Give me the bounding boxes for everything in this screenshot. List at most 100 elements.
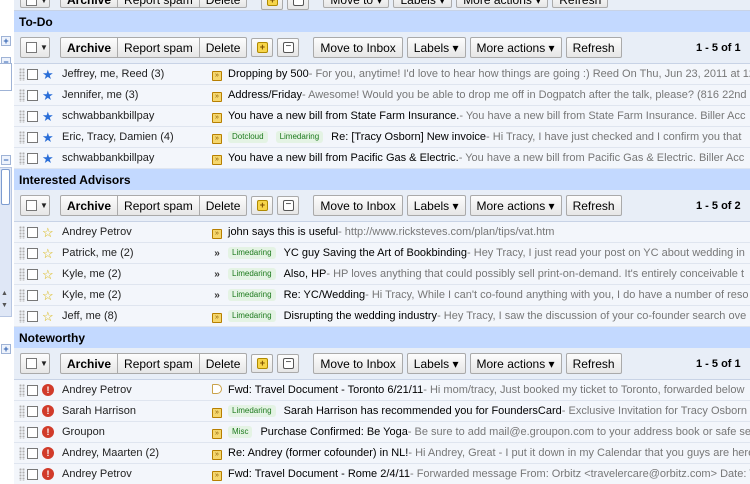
- importance-marker[interactable]: »: [210, 68, 224, 81]
- move-to-button[interactable]: Move to ▾: [323, 0, 390, 8]
- list-item[interactable]: ☆ Patrick, me (2) » Limedaring YC guy Sav…: [14, 243, 750, 264]
- report-spam-button[interactable]: Report spam: [118, 353, 200, 374]
- star-icon[interactable]: ★: [42, 131, 55, 144]
- importance-marker[interactable]: »: [210, 405, 224, 418]
- message-line[interactable]: Limedaring YC guy Saving the Art of Bookb…: [228, 247, 745, 259]
- drag-handle-icon[interactable]: [19, 109, 25, 123]
- star-icon[interactable]: ★: [42, 152, 55, 165]
- importance-marker[interactable]: »: [210, 131, 224, 144]
- list-item[interactable]: ! Groupon » Misc Purchase Confirmed: Be Y…: [14, 422, 750, 443]
- labels-button[interactable]: Labels ▾: [406, 353, 466, 374]
- select-dropdown[interactable]: ▼: [20, 353, 50, 374]
- delete-button[interactable]: Delete: [199, 353, 248, 374]
- row-checkbox[interactable]: [27, 131, 38, 143]
- list-item[interactable]: ☆ Andrey Petrov » john says this is usef…: [14, 222, 750, 243]
- list-item[interactable]: ★ schwabbankbillpay » You have a new bil…: [14, 106, 750, 127]
- message-line[interactable]: Fwd: Travel Document - Rome 2/4/11 - For…: [228, 468, 750, 480]
- important-icon[interactable]: !: [42, 426, 54, 438]
- archive-button[interactable]: Archive: [60, 195, 119, 216]
- gutter-scrollbar[interactable]: ▲ ▼: [0, 167, 12, 317]
- importance-marker[interactable]: »: [210, 289, 224, 301]
- drag-handle-icon[interactable]: [19, 130, 25, 144]
- more-actions-button[interactable]: More actions ▾: [456, 0, 549, 8]
- label-chip[interactable]: Misc: [228, 426, 253, 438]
- expand-icon[interactable]: +: [1, 344, 11, 354]
- mark-important-button[interactable]: +: [261, 0, 284, 10]
- labels-button[interactable]: Labels ▾: [406, 37, 466, 58]
- move-to-inbox-button[interactable]: Move to Inbox: [313, 353, 403, 374]
- report-spam-button[interactable]: Report spam: [118, 37, 200, 58]
- row-checkbox[interactable]: [27, 268, 38, 280]
- importance-marker[interactable]: »: [210, 310, 224, 323]
- message-line[interactable]: Limedaring Sarah Harrison has recommended…: [228, 405, 747, 417]
- list-item[interactable]: ☆ Kyle, me (2) » Limedaring Re: YC/Weddin…: [14, 285, 750, 306]
- important-icon[interactable]: !: [42, 468, 54, 480]
- row-checkbox[interactable]: [27, 384, 38, 396]
- message-line[interactable]: Limedaring Disrupting the wedding industr…: [228, 310, 746, 322]
- drag-handle-icon[interactable]: [19, 309, 25, 323]
- select-checkbox[interactable]: [26, 358, 37, 369]
- drag-handle-icon[interactable]: [19, 267, 25, 281]
- scroll-up-arrow-icon[interactable]: ▲: [1, 290, 8, 298]
- select-dropdown[interactable]: ▼: [20, 0, 50, 8]
- drag-handle-icon[interactable]: [19, 88, 25, 102]
- message-line[interactable]: You have a new bill from State Farm Insu…: [228, 110, 745, 122]
- row-checkbox[interactable]: [27, 68, 38, 80]
- row-checkbox[interactable]: [27, 310, 38, 322]
- select-checkbox[interactable]: [26, 42, 37, 53]
- labels-button[interactable]: Labels ▾: [406, 195, 466, 216]
- row-checkbox[interactable]: [27, 152, 38, 164]
- star-icon[interactable]: ★: [42, 68, 55, 81]
- drag-handle-icon[interactable]: [19, 246, 25, 260]
- message-line[interactable]: Fwd: Travel Document - Toronto 6/21/11 -…: [228, 384, 744, 396]
- importance-marker[interactable]: »: [210, 468, 224, 481]
- more-actions-button[interactable]: More actions ▾: [469, 37, 562, 58]
- list-item[interactable]: ! Sarah Harrison » Limedaring Sarah Harri…: [14, 401, 750, 422]
- refresh-button[interactable]: Refresh: [565, 37, 622, 58]
- importance-marker[interactable]: »: [210, 247, 224, 259]
- list-item[interactable]: ☆ Kyle, me (2) » Limedaring Also, HP - HP…: [14, 264, 750, 285]
- important-icon[interactable]: !: [42, 384, 54, 396]
- mark-important-button[interactable]: +: [251, 38, 274, 57]
- important-icon[interactable]: !: [42, 447, 54, 459]
- row-checkbox[interactable]: [27, 468, 38, 480]
- more-actions-button[interactable]: More actions ▾: [469, 195, 562, 216]
- refresh-button[interactable]: Refresh: [565, 353, 622, 374]
- message-line[interactable]: Re: Andrey (former cofounder) in NL! - H…: [228, 447, 750, 459]
- labels-button[interactable]: Labels ▾: [393, 0, 453, 8]
- archive-button[interactable]: Archive: [60, 0, 119, 8]
- drag-handle-icon[interactable]: [19, 425, 25, 439]
- collapse-icon[interactable]: −: [1, 155, 11, 165]
- select-checkbox[interactable]: [26, 200, 37, 211]
- report-spam-button[interactable]: Report spam: [118, 0, 200, 8]
- importance-marker[interactable]: »: [210, 226, 224, 239]
- select-dropdown[interactable]: ▼: [20, 195, 50, 216]
- label-chip[interactable]: Limedaring: [228, 405, 276, 417]
- more-actions-button[interactable]: More actions ▾: [469, 353, 562, 374]
- scrollbar-thumb[interactable]: [1, 169, 10, 205]
- drag-handle-icon[interactable]: [19, 467, 25, 481]
- mark-unimportant-button[interactable]: −: [277, 354, 300, 373]
- star-icon[interactable]: ★: [42, 89, 55, 102]
- row-checkbox[interactable]: [27, 426, 38, 438]
- star-icon[interactable]: ★: [42, 110, 55, 123]
- refresh-button[interactable]: Refresh: [565, 195, 622, 216]
- mark-important-button[interactable]: +: [251, 354, 274, 373]
- message-line[interactable]: Address/Friday - Awesome! Would you be a…: [228, 89, 747, 101]
- importance-marker[interactable]: »: [210, 89, 224, 102]
- list-item[interactable]: ! Andrey Petrov » Fwd: Travel Document -…: [14, 464, 750, 484]
- star-outline-icon[interactable]: ☆: [42, 310, 55, 323]
- list-item[interactable]: ! Andrey Petrov Fwd: Travel Document - T…: [14, 380, 750, 401]
- importance-marker[interactable]: »: [210, 110, 224, 123]
- move-to-inbox-button[interactable]: Move to Inbox: [313, 37, 403, 58]
- refresh-button[interactable]: Refresh: [552, 0, 609, 8]
- label-chip[interactable]: Limedaring: [228, 268, 276, 280]
- message-line[interactable]: Limedaring Re: YC/Wedding - Hi Tracy, Whi…: [228, 289, 749, 301]
- star-outline-icon[interactable]: ☆: [42, 247, 55, 260]
- star-outline-icon[interactable]: ☆: [42, 289, 55, 302]
- archive-button[interactable]: Archive: [60, 37, 119, 58]
- select-dropdown[interactable]: ▼: [20, 37, 50, 58]
- mark-unimportant-button[interactable]: −: [287, 0, 310, 10]
- delete-button[interactable]: Delete: [199, 195, 248, 216]
- row-checkbox[interactable]: [27, 226, 38, 238]
